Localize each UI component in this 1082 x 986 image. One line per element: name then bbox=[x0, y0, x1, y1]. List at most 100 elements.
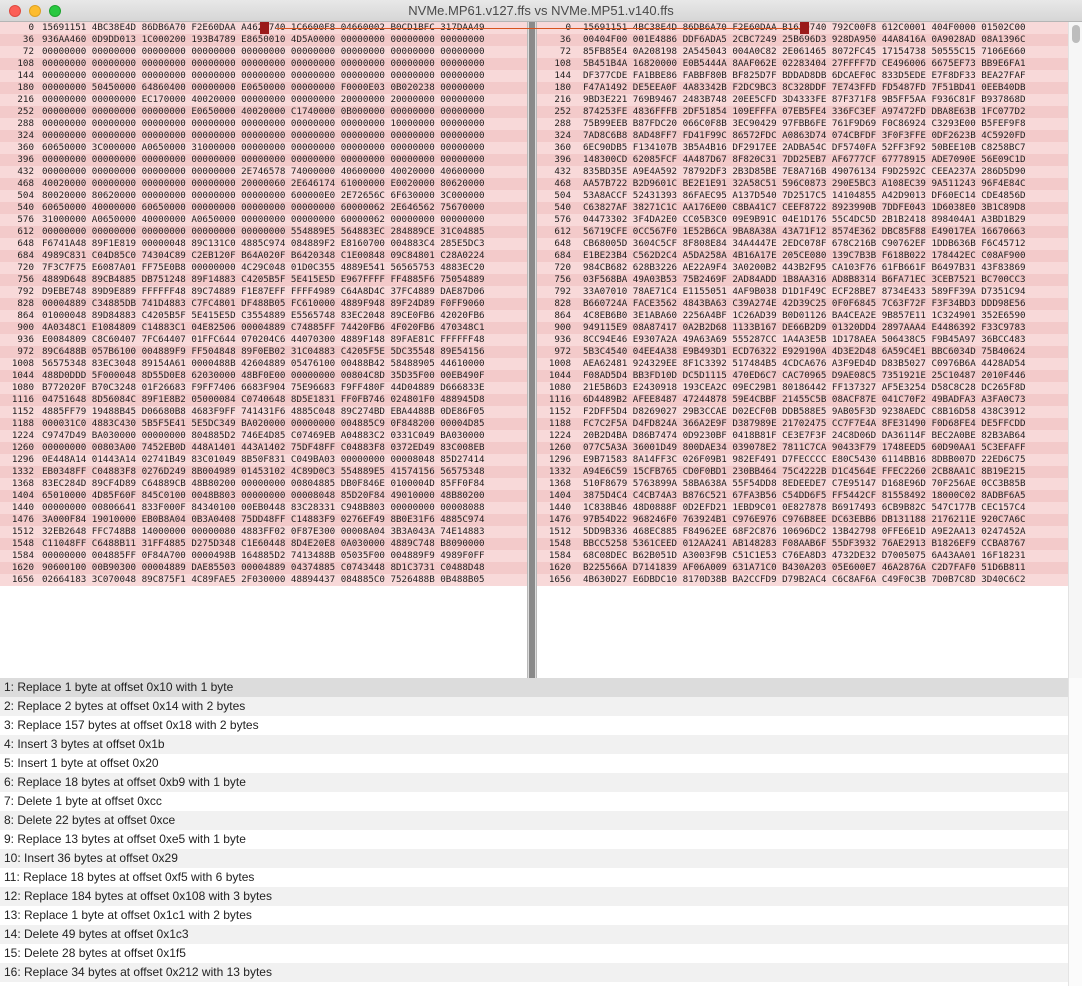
hex-row[interactable]: 1548 BBCC5258 5361CEED 012AA241 AB148283 … bbox=[537, 538, 1068, 550]
row-hex-bytes[interactable]: B772020F B70C3248 01F26683 F9FF7406 6683… bbox=[42, 382, 485, 394]
row-hex-bytes[interactable]: 1C838B46 48D0888F 0D2EFD21 1EBD9C01 0E82… bbox=[583, 502, 1026, 514]
row-hex-bytes[interactable]: 90600100 00B90300 00004889 DAE85503 0000… bbox=[42, 562, 485, 574]
row-hex-bytes[interactable]: 85FB85E4 0A208198 2A545043 004A0C82 2E06… bbox=[583, 46, 1026, 58]
change-list-item[interactable]: 7: Delete 1 byte at offset 0xcc bbox=[0, 792, 1068, 811]
row-hex-bytes[interactable]: 3875D4C4 C4CB74A3 B876C521 67FA3B56 C54D… bbox=[583, 490, 1026, 502]
hex-row[interactable]: 1656 4B630D27 E6DBDC10 8170D38B BA2CCFD9 … bbox=[537, 574, 1068, 586]
hex-row[interactable]: 1188 000031C0 4883C430 5B5F5E41 5E5DC349 … bbox=[0, 418, 527, 430]
row-hex-bytes[interactable]: 04473302 3F4DA2E0 CC05B3C0 09E9B91C 04E1… bbox=[583, 214, 1026, 226]
hex-row[interactable]: 180 00000000 50450000 64860400 00000000 E… bbox=[0, 82, 527, 94]
row-hex-bytes[interactable]: 488D0DDD 5F000048 8D55D0E8 62030000 48BF… bbox=[42, 370, 485, 382]
hex-row[interactable]: 1620 B225566A D7141839 AF06A009 631A71C0 … bbox=[537, 562, 1068, 574]
row-hex-bytes[interactable]: 00000000 00000000 00000000 E0650000 4002… bbox=[42, 106, 485, 118]
row-hex-bytes[interactable]: E9B71583 8A14FF3C 026F09B1 982EF491 D7FE… bbox=[583, 454, 1026, 466]
row-hex-bytes[interactable]: 4C8EB6B0 3E1ABA60 2256A4BF 1C26AD39 B0D0… bbox=[583, 310, 1026, 322]
row-hex-bytes[interactable]: 32EB2648 FFC748B8 14000000 00000080 4883… bbox=[42, 526, 485, 538]
hex-row[interactable]: 432 00000000 00000000 00000000 00000000 2… bbox=[0, 166, 527, 178]
hex-row[interactable]: 468 40020000 00000000 00000000 00000000 2… bbox=[0, 178, 527, 190]
row-hex-bytes[interactable]: 9BD3E221 769B9467 2483B748 20EE5CFD 3D43… bbox=[583, 94, 1026, 106]
row-hex-bytes[interactable]: BBCC5258 5361CEED 012AA241 AB148283 F08A… bbox=[583, 538, 1026, 550]
hex-row[interactable]: 504 53A8ACCF 52431393 86FAEC95 A137D540 7… bbox=[537, 190, 1068, 202]
hex-row[interactable]: 1368 83EC284D 89CF4D89 C64889CB 48B80200 … bbox=[0, 478, 527, 490]
row-hex-bytes[interactable]: 00000000 00803A00 7452EB0D 448A1401 443A… bbox=[42, 442, 485, 454]
row-hex-bytes[interactable]: 33A07010 78AE71C4 E1155051 4AF9B038 D1D1… bbox=[583, 286, 1026, 298]
hex-row[interactable]: 216 00000000 00000000 EC170000 40020000 0… bbox=[0, 94, 527, 106]
hex-row[interactable]: 684 E1BE23B4 C562D2C4 A5DA258A 4B16A17E 2… bbox=[537, 250, 1068, 262]
hex-row[interactable]: 504 80020000 80620000 00000000 00000000 0… bbox=[0, 190, 527, 202]
row-hex-bytes[interactable]: 00000000 00000000 00000000 00000000 0000… bbox=[42, 58, 485, 70]
row-hex-bytes[interactable]: C63827AF 38271C1C AA176E00 C8BA41C7 CEEF… bbox=[583, 202, 1026, 214]
hex-row[interactable]: 288 00000000 00000000 00000000 00000000 0… bbox=[0, 118, 527, 130]
row-hex-bytes[interactable]: 8CC94E46 E9307A2A 49A63A69 555287CC 1A4A… bbox=[583, 334, 1026, 346]
row-hex-bytes[interactable]: E0084809 C8C60407 7FC64407 01FFC644 0702… bbox=[42, 334, 485, 346]
hex-row[interactable]: 1224 20B2D4BA D86B7474 0D9230BF 0418B81F … bbox=[537, 430, 1068, 442]
hex-row[interactable]: 1584 00000000 004885FF 0F84A700 0000498B … bbox=[0, 550, 527, 562]
row-hex-bytes[interactable]: C11048FF C6488B11 31FF4885 D275D348 C1E6… bbox=[42, 538, 485, 550]
row-hex-bytes[interactable]: 984CB682 628B3226 AE22A9F4 3A0200B2 443B… bbox=[583, 262, 1026, 274]
hex-row[interactable]: 540 60650000 40000000 60650000 00000000 0… bbox=[0, 202, 527, 214]
hex-row[interactable]: 1152 F2DFF5D4 D8269027 29B3CCAE D02ECF0B … bbox=[537, 406, 1068, 418]
row-hex-bytes[interactable]: 000031C0 4883C430 5B5F5E41 5E5DC349 BA02… bbox=[42, 418, 485, 430]
hex-row[interactable]: 540 C63827AF 38271C1C AA176E00 C8BA41C7 C… bbox=[537, 202, 1068, 214]
row-hex-bytes[interactable]: 00000000 00000000 00000000 00000000 0000… bbox=[42, 46, 485, 58]
row-hex-bytes[interactable]: 835BD35E A9E4A592 78792DF3 2B3D85BE 7E8A… bbox=[583, 166, 1026, 178]
row-hex-bytes[interactable]: 00000000 00000000 00000000 00000000 2E74… bbox=[42, 166, 485, 178]
row-hex-bytes[interactable]: 53A8ACCF 52431393 86FAEC95 A137D540 7D25… bbox=[583, 190, 1026, 202]
row-hex-bytes[interactable]: 00000000 00000000 00000000 00000000 0000… bbox=[42, 118, 485, 130]
hex-row[interactable]: 36 00404F00 001E4886 DDF6ADA5 2CBC7249 25… bbox=[537, 34, 1068, 46]
change-list-item[interactable]: 14: Delete 49 bytes at offset 0x1c3 bbox=[0, 925, 1068, 944]
hex-row[interactable]: 1260 077C5A3A 36001D49 800DAE34 039078E2 … bbox=[537, 442, 1068, 454]
row-hex-bytes[interactable]: 56719CFE 0CC567F0 1E52B6CA 9BA8A38A 43A7… bbox=[583, 226, 1026, 238]
row-hex-bytes[interactable]: F47A1492 DE5EEA0F 4A83342B F2DC9BC3 8C32… bbox=[583, 82, 1026, 94]
row-hex-bytes[interactable]: 97B54D22 968246F0 763924B1 C976E976 C976… bbox=[583, 514, 1026, 526]
hex-row[interactable]: 1008 AEA62481 924329EE 8F1C3392 517484B5 … bbox=[537, 358, 1068, 370]
hex-row[interactable]: 1512 32EB2648 FFC748B8 14000000 00000080 … bbox=[0, 526, 527, 538]
hex-row[interactable]: 396 148300CD 62085FCF 4A487D67 8F820C31 7… bbox=[537, 154, 1068, 166]
hex-row[interactable]: 1044 488D0DDD 5F000048 8D55D0E8 62030000 … bbox=[0, 370, 527, 382]
row-hex-bytes[interactable]: 02664183 3C070048 89C875F1 4C89FAE5 2F03… bbox=[42, 574, 485, 586]
hex-row[interactable]: 900 4A0348C1 E1084809 C14883C1 04E82506 0… bbox=[0, 322, 527, 334]
change-list-item[interactable]: 5: Insert 1 byte at offset 0x20 bbox=[0, 754, 1068, 773]
hex-row[interactable]: 1512 5DD9B336 468EC885 F84962EE 68F2C876 … bbox=[537, 526, 1068, 538]
hex-scrollbar-thumb[interactable] bbox=[1072, 25, 1080, 43]
change-list-item[interactable]: 3: Replace 157 bytes at offset 0x18 with… bbox=[0, 716, 1068, 735]
hex-row[interactable]: 396 00000000 00000000 00000000 00000000 0… bbox=[0, 154, 527, 166]
row-hex-bytes[interactable]: AA57B722 B2D9601C BE2E1E91 32A58C51 596C… bbox=[583, 178, 1026, 190]
hex-row[interactable]: 288 75B99EEB B87FDC20 066C0F8B 3EC90429 9… bbox=[537, 118, 1068, 130]
hex-row[interactable]: 1620 90600100 00B90300 00004889 DAE85503 … bbox=[0, 562, 527, 574]
row-hex-bytes[interactable]: CB68005D 3604C5CF 8F808E84 34A4447E 2EDC… bbox=[583, 238, 1026, 250]
hex-row[interactable]: 72 00000000 00000000 00000000 00000000 00… bbox=[0, 46, 527, 58]
row-hex-bytes[interactable]: F2DFF5D4 D8269027 29B3CCAE D02ECF0B DDB5… bbox=[583, 406, 1026, 418]
hex-row[interactable]: 324 7AD8C6B8 8AD48FF7 FD41F99C 86572FDC A… bbox=[537, 130, 1068, 142]
row-hex-bytes[interactable]: 00000000 004885FF 0F84A700 0000498B 1648… bbox=[42, 550, 485, 562]
hex-row[interactable]: 576 04473302 3F4DA2E0 CC05B3C0 09E9B91C 0… bbox=[537, 214, 1068, 226]
change-list-item[interactable]: 15: Delete 28 bytes at offset 0x1f5 bbox=[0, 944, 1068, 963]
change-list-item[interactable]: 16: Replace 34 bytes at offset 0x212 wit… bbox=[0, 963, 1068, 982]
row-hex-bytes[interactable]: 936AA460 0D9DD013 1C000200 193B4789 E865… bbox=[42, 34, 485, 46]
hex-row[interactable]: 1116 6D4489B2 AFEE8487 47244878 59E4CBBF … bbox=[537, 394, 1068, 406]
row-hex-bytes[interactable]: F6741A48 89F1E819 00000048 89C131C0 4885… bbox=[42, 238, 485, 250]
hex-row[interactable]: 612 00000000 00000000 00000000 00000000 0… bbox=[0, 226, 527, 238]
divider-handle[interactable] bbox=[529, 22, 535, 678]
hex-row[interactable]: 108 5B451B4A 16820000 E0B5444A 8AAF062E 0… bbox=[537, 58, 1068, 70]
hex-row[interactable]: 648 CB68005D 3604C5CF 8F808E84 34A4447E 2… bbox=[537, 238, 1068, 250]
hex-row[interactable]: 1296 0E448A14 01443A14 02741B49 83C01049 … bbox=[0, 454, 527, 466]
hex-row[interactable]: 792 33A07010 78AE71C4 E1155051 4AF9B038 D… bbox=[537, 286, 1068, 298]
row-hex-bytes[interactable]: 949115E9 08A87417 0A2B2D68 1133B167 DE66… bbox=[583, 322, 1026, 334]
row-hex-bytes[interactable]: B225566A D7141839 AF06A009 631A71C0 B430… bbox=[583, 562, 1026, 574]
row-hex-bytes[interactable]: 00404F00 001E4886 DDF6ADA5 2CBC7249 25B6… bbox=[583, 34, 1026, 46]
hex-row[interactable]: 144 00000000 00000000 00000000 00000000 0… bbox=[0, 70, 527, 82]
hex-row[interactable]: 1008 56575348 83EC3048 89154A61 0000488B … bbox=[0, 358, 527, 370]
row-hex-bytes[interactable]: 4A0348C1 E1084809 C14883C1 04E82506 0000… bbox=[42, 322, 485, 334]
hex-row[interactable]: 1188 FC7C2F5A D4FD824A 366A2E9F D387989E … bbox=[537, 418, 1068, 430]
hex-row[interactable]: 1656 02664183 3C070048 89C875F1 4C89FAE5 … bbox=[0, 574, 527, 586]
change-list-item[interactable]: 6: Replace 18 bytes at offset 0xb9 with … bbox=[0, 773, 1068, 792]
row-hex-bytes[interactable]: 03F568BA 49A03B53 75B2469F 2AD84ADD 1B8A… bbox=[583, 274, 1026, 286]
hex-row[interactable]: 1224 C9747D49 BA030000 00000000 804885D2 … bbox=[0, 430, 527, 442]
row-hex-bytes[interactable]: F08AD5D4 BB3FD10D DC5D1115 470ED6C7 CAC7… bbox=[583, 370, 1026, 382]
row-hex-bytes[interactable]: 5DD9B336 468EC885 F84962EE 68F2C876 1069… bbox=[583, 526, 1026, 538]
hex-row[interactable]: 252 874253FE 4836FFFB 2DF51854 109EFFFA 0… bbox=[537, 106, 1068, 118]
change-list-item[interactable]: 4: Insert 3 bytes at offset 0x1b bbox=[0, 735, 1068, 754]
row-hex-bytes[interactable]: 83EC284D 89CF4D89 C64889CB 48B80200 0000… bbox=[42, 478, 485, 490]
change-list-scrollbar[interactable] bbox=[1068, 678, 1082, 986]
